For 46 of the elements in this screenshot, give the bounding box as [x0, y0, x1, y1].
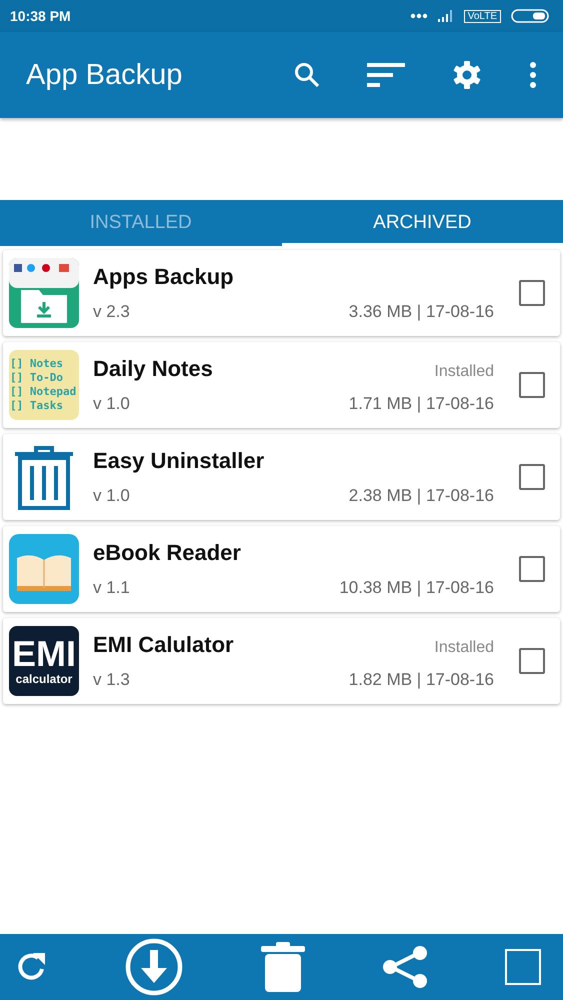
status-time: 10:38 PM [10, 8, 71, 24]
app-version: v 1.3 [93, 670, 130, 690]
signal-icon [438, 10, 454, 22]
app-name: Easy Uninstaller [93, 448, 264, 474]
app-version: v 1.0 [93, 394, 130, 414]
app-card[interactable]: Apps Backup v 2.3 3.36 MB | 17-08-16 [3, 250, 560, 336]
app-size-date: 10.38 MB | 17-08-16 [339, 578, 494, 598]
more-icon[interactable] [529, 61, 537, 89]
app-icon: [] Notes [] To-Do [] Notepad [] Tasks [9, 350, 79, 420]
app-card[interactable]: EMI calculator EMI Calulator Installed v 1.3 1.82 MB | 17-08-16 [3, 618, 560, 704]
checkbox[interactable] [519, 280, 545, 306]
select-all-checkbox[interactable] [505, 949, 541, 985]
tab[interactable]: ARCHIVED [282, 200, 563, 246]
sort-icon[interactable] [367, 61, 405, 89]
checkbox[interactable] [519, 556, 545, 582]
battery-icon [511, 9, 549, 23]
app-name: Daily Notes [93, 356, 213, 382]
app-name: eBook Reader [93, 540, 241, 566]
app-name: Apps Backup [93, 264, 234, 290]
checkbox[interactable] [519, 464, 545, 490]
app-version: v 1.0 [93, 486, 130, 506]
checkbox[interactable] [519, 372, 545, 398]
app-size-date: 1.82 MB | 17-08-16 [348, 670, 494, 690]
app-card[interactable]: [] Notes [] To-Do [] Notepad [] Tasks Daily Notes Installed v 1.0 1.71 MB | 17-08-16 [3, 342, 560, 428]
delete-icon[interactable] [260, 942, 304, 992]
app-version: v 1.1 [93, 578, 130, 598]
app-card[interactable]: Easy Uninstaller v 1.0 2.38 MB | 17-08-16 [3, 434, 560, 520]
app-size-date: 1.71 MB | 17-08-16 [348, 394, 494, 414]
app-icon: EMI calculator [9, 626, 79, 696]
download-icon[interactable] [125, 938, 184, 996]
app-version: v 2.3 [93, 302, 130, 322]
settings-icon[interactable] [451, 59, 483, 91]
share-icon[interactable] [382, 945, 428, 989]
install-status: Installed [434, 639, 494, 657]
dots-icon [410, 13, 428, 19]
app-icon [9, 534, 79, 604]
app-icon [9, 258, 79, 328]
app-card[interactable]: eBook Reader v 1.1 10.38 MB | 17-08-16 [3, 526, 560, 612]
app-size-date: 2.38 MB | 17-08-16 [348, 486, 494, 506]
app-name: EMI Calulator [93, 632, 234, 658]
app-title: App Backup [26, 58, 182, 92]
install-status: Installed [434, 363, 494, 381]
app-size-date: 3.36 MB | 17-08-16 [348, 302, 494, 322]
network-label: VoLTE [464, 10, 501, 22]
checkbox[interactable] [519, 648, 545, 674]
search-icon[interactable] [293, 61, 321, 89]
